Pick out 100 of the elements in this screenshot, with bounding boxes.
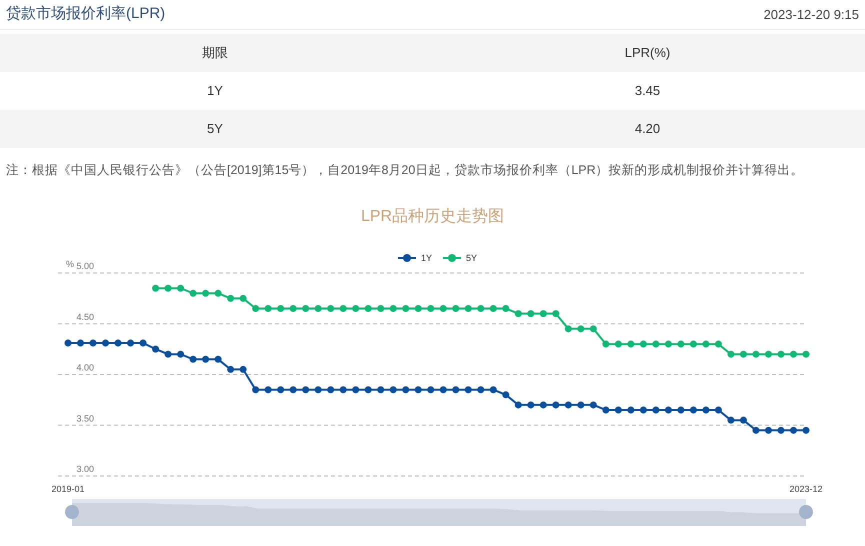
- data-point: [114, 340, 122, 347]
- data-point: [440, 386, 447, 394]
- table-cell-text: 1Y: [206, 82, 224, 100]
- data-point: [540, 401, 547, 408]
- data-point: [340, 305, 347, 312]
- data-point: [652, 340, 660, 348]
- data-point: [90, 340, 97, 347]
- data-point: [190, 356, 197, 363]
- data-point: [652, 406, 660, 414]
- legend-label: 1Y: [421, 253, 432, 263]
- data-point: [602, 406, 610, 414]
- data-point: [377, 305, 384, 312]
- data-point: [677, 340, 684, 348]
- data-point: [352, 305, 360, 312]
- data-point: [340, 386, 347, 394]
- data-point: [464, 305, 472, 312]
- slider-handle[interactable]: [65, 505, 79, 519]
- data-point: [177, 350, 184, 358]
- data-point: [514, 310, 522, 318]
- data-point: [690, 406, 697, 414]
- data-point: [390, 386, 397, 394]
- axis-label: 2019-01: [51, 484, 85, 494]
- data-point: [177, 284, 184, 292]
- axis-label: 4.50: [76, 312, 94, 322]
- data-point: [702, 340, 710, 348]
- data-point: [290, 386, 297, 394]
- column-header: LPR(%): [624, 44, 672, 62]
- range-slider[interactable]: [72, 499, 806, 526]
- data-point: [214, 356, 222, 363]
- data-point: [714, 406, 722, 414]
- data-point: [777, 426, 784, 434]
- data-point: [752, 426, 760, 434]
- data-point: [327, 386, 334, 394]
- data-point: [202, 356, 210, 363]
- data-point: [627, 340, 634, 348]
- data-point: [490, 386, 497, 394]
- axis-label: 4.00: [76, 362, 94, 372]
- data-point: [277, 386, 284, 394]
- data-point: [564, 325, 572, 332]
- chart-title: LPR品种历史走势图: [360, 206, 504, 227]
- data-point: [477, 305, 484, 312]
- timestamp: 2023-12-20 9:15: [764, 6, 859, 24]
- data-point: [727, 350, 734, 358]
- data-point: [552, 401, 560, 408]
- data-point: [64, 340, 72, 347]
- footnote: 注：根据《中国人民银行公告》（公告[2019]第15号），自2019年8月20日起，贷款市场报价利率（LPR）按新的形成机制报价并计算得出。: [6, 162, 804, 179]
- column-header: 期限: [201, 44, 229, 62]
- axis-label: 5.00: [76, 261, 94, 271]
- data-point: [802, 350, 810, 358]
- data-point: [77, 340, 84, 347]
- data-point: [464, 386, 472, 394]
- data-point: [140, 340, 147, 347]
- data-point: [452, 305, 460, 312]
- legend-label: 5Y: [466, 253, 478, 263]
- data-point: [527, 310, 534, 318]
- data-point: [614, 340, 622, 348]
- slider-handle[interactable]: [799, 505, 813, 519]
- data-point: [602, 340, 610, 348]
- data-point: [577, 325, 584, 332]
- data-point: [264, 305, 272, 312]
- data-point: [227, 366, 234, 373]
- table-cell-text: 3.45: [634, 82, 662, 100]
- data-point: [640, 340, 647, 348]
- data-point: [164, 350, 172, 358]
- data-point: [764, 426, 772, 434]
- data-point: [352, 386, 360, 394]
- data-point: [490, 305, 497, 312]
- page-title: 贷款市场报价利率(LPR): [6, 4, 166, 24]
- data-point: [402, 386, 410, 394]
- axis-unit: %: [66, 259, 74, 269]
- data-point: [614, 406, 622, 414]
- data-point: [252, 386, 260, 394]
- table-cell-text: 4.20: [634, 120, 662, 138]
- data-point: [240, 294, 247, 302]
- data-point: [302, 305, 310, 312]
- data-point: [727, 416, 734, 424]
- data-point: [402, 305, 410, 312]
- data-point: [527, 401, 534, 408]
- data-point: [277, 305, 284, 312]
- data-point: [690, 340, 697, 348]
- data-point: [414, 386, 422, 394]
- data-point: [440, 305, 447, 312]
- data-point: [714, 340, 722, 348]
- data-point: [427, 305, 434, 312]
- data-point: [302, 386, 310, 394]
- data-point: [590, 325, 597, 332]
- data-point: [452, 386, 460, 394]
- data-point: [390, 305, 397, 312]
- table-cell-text: 5Y: [206, 120, 224, 138]
- data-point: [502, 391, 510, 398]
- data-point: [627, 406, 634, 414]
- data-point: [802, 426, 810, 434]
- data-point: [152, 346, 160, 353]
- data-point: [677, 406, 684, 414]
- data-point: [640, 406, 647, 414]
- data-point: [264, 386, 272, 394]
- data-point: [702, 406, 710, 414]
- data-point: [214, 290, 222, 297]
- axis-label: 3.50: [76, 413, 94, 424]
- axis-label: 3.00: [76, 464, 94, 474]
